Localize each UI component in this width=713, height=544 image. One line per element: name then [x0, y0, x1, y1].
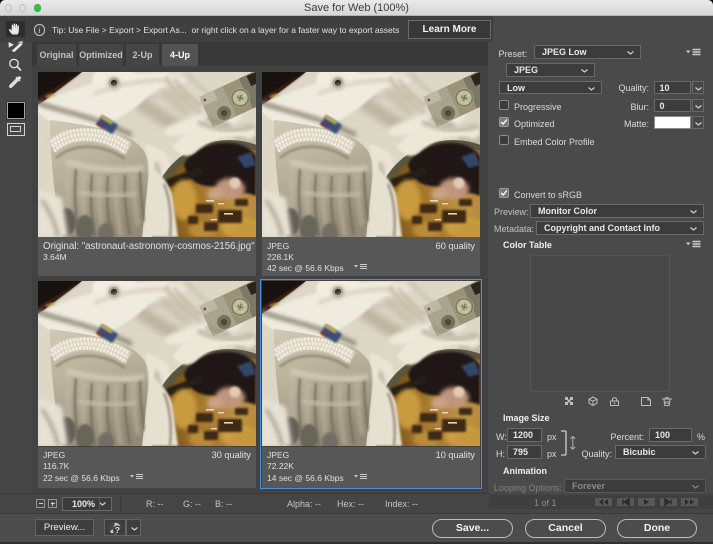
svg-text:?: ? [115, 525, 120, 535]
